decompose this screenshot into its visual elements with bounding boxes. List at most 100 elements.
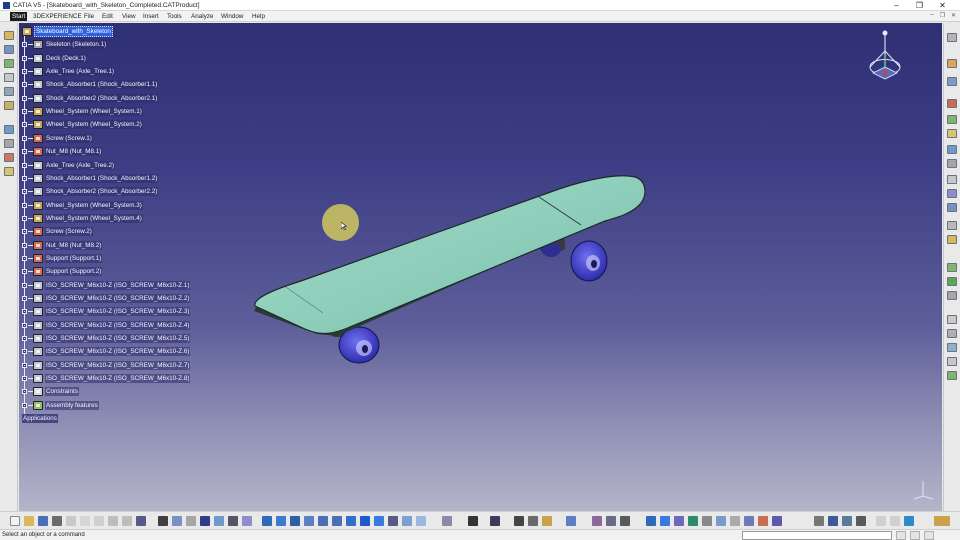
tree-item[interactable]: Axle_Tree (Axle_Tree.1) <box>22 66 116 77</box>
sectioning-icon[interactable] <box>646 516 656 526</box>
menu-start[interactable]: Start <box>10 12 28 21</box>
tree-item[interactable]: ISO_SCREW_M6x10-Z (ISO_SCREW_M6x10-Z.4) <box>22 320 191 331</box>
close-button[interactable]: ✕ <box>931 0 954 11</box>
tree-item[interactable]: Screw (Screw.2) <box>22 226 93 237</box>
clash-icon[interactable] <box>947 329 957 338</box>
apply-material-icon[interactable] <box>716 516 726 526</box>
tree-item[interactable]: ISO_SCREW_M6x10-Z (ISO_SCREW_M6x10-Z.5) <box>22 333 191 344</box>
power-input-button-1[interactable] <box>896 531 906 540</box>
design-table-icon[interactable] <box>214 516 224 526</box>
doc-restore-button[interactable]: ❐ <box>940 12 945 19</box>
enhanced-scene-icon[interactable] <box>620 516 630 526</box>
tree-item[interactable]: ISO_SCREW_M6x10-Z (ISO_SCREW_M6x10-Z.3) <box>22 306 191 317</box>
minimize-button[interactable]: – <box>885 0 908 11</box>
multi-view-icon[interactable] <box>360 516 370 526</box>
tree-item[interactable]: Deck (Deck.1) <box>22 53 87 64</box>
tree-item[interactable]: Support (Support.2) <box>22 266 103 277</box>
macro-icon[interactable] <box>228 516 238 526</box>
generate-numbering-icon[interactable] <box>4 101 14 110</box>
distance-analysis-icon[interactable] <box>674 516 684 526</box>
paste-icon[interactable] <box>94 516 104 526</box>
tree-item[interactable]: Wheel_System (Wheel_System.4) <box>22 213 143 224</box>
pocket-icon[interactable] <box>947 235 957 244</box>
tree-item[interactable]: Shock_Absorber1 (Shock_Absorber1.1) <box>22 79 159 90</box>
expand-icon[interactable] <box>22 322 27 328</box>
coincidence-constraint-icon[interactable] <box>947 33 957 42</box>
explode-icon[interactable] <box>4 153 14 162</box>
tree-item[interactable]: Shock_Absorber1 (Shock_Absorber1.2) <box>22 173 159 184</box>
tree-item[interactable]: Support (Support.1) <box>22 253 103 264</box>
power-input-field[interactable] <box>742 531 892 540</box>
tree-item[interactable]: Axle_Tree (Axle_Tree.2) <box>22 160 116 171</box>
tree-item[interactable]: Shock_Absorber2 (Shock_Absorber2.1) <box>22 93 159 104</box>
publication-icon[interactable] <box>542 516 552 526</box>
redo-icon[interactable] <box>122 516 132 526</box>
hide-show-icon[interactable] <box>402 516 412 526</box>
menu-window[interactable]: Window <box>221 13 243 20</box>
scene-icon[interactable] <box>606 516 616 526</box>
expand-icon[interactable] <box>22 82 27 88</box>
print-icon[interactable] <box>52 516 62 526</box>
expand-icon[interactable] <box>22 162 27 168</box>
tree-item[interactable]: Wheel_System (Wheel_System.1) <box>22 106 143 117</box>
menu-help[interactable]: Help <box>252 13 265 20</box>
clash-analysis-icon[interactable] <box>660 516 670 526</box>
catalog-icon[interactable] <box>566 516 576 526</box>
tree-item[interactable]: Wheel_System (Wheel_System.2) <box>22 119 143 130</box>
expand-icon[interactable] <box>22 309 27 315</box>
fit-all-icon[interactable] <box>276 516 286 526</box>
rotate-icon[interactable] <box>304 516 314 526</box>
replace-component-icon[interactable] <box>4 73 14 82</box>
power-input-button-3[interactable] <box>924 531 934 540</box>
new-part-icon[interactable] <box>4 59 14 68</box>
tree-root[interactable]: Skateboard_with_Skeleton <box>22 26 113 37</box>
quick-constraint-icon[interactable] <box>947 145 957 154</box>
fly-mode-icon[interactable] <box>262 516 272 526</box>
stop-manipulate-on-clash-icon[interactable] <box>4 167 14 176</box>
update-icon[interactable] <box>242 516 252 526</box>
split-icon[interactable] <box>947 203 957 212</box>
manipulation-icon[interactable] <box>4 125 14 134</box>
expand-icon[interactable] <box>22 296 27 301</box>
menu-tools[interactable]: Tools <box>167 13 182 20</box>
expand-icon[interactable] <box>22 69 27 75</box>
constraint-icon[interactable] <box>442 516 452 526</box>
smart-move-icon[interactable] <box>528 516 538 526</box>
menu-insert[interactable]: Insert <box>143 13 159 20</box>
measure-icon[interactable] <box>947 371 957 380</box>
iso-view-icon[interactable] <box>374 516 384 526</box>
expand-icon[interactable] <box>22 149 27 155</box>
grid-icon[interactable] <box>772 516 782 526</box>
explode-icon[interactable] <box>468 516 478 526</box>
existing-component-icon[interactable] <box>4 45 14 54</box>
contact-constraint-icon[interactable] <box>947 59 957 68</box>
send-to-icon[interactable] <box>856 516 866 526</box>
cut-icon[interactable] <box>66 516 76 526</box>
add-icon[interactable] <box>947 263 957 272</box>
new-component-icon[interactable] <box>4 31 14 40</box>
tree-item[interactable]: Screw (Screw.1) <box>22 133 93 144</box>
expand-icon[interactable] <box>22 109 27 115</box>
expand-icon[interactable] <box>22 282 27 288</box>
render-icon[interactable] <box>758 516 768 526</box>
tree-applications[interactable]: Applications <box>22 413 58 424</box>
expand-icon[interactable] <box>22 135 27 141</box>
change-constraint-icon[interactable] <box>947 175 957 184</box>
tree-item[interactable]: ISO_SCREW_M6x10-Z (ISO_SCREW_M6x10-Z.6) <box>22 346 191 357</box>
open-icon[interactable] <box>24 516 34 526</box>
copy-icon[interactable] <box>80 516 90 526</box>
expand-icon[interactable] <box>22 349 27 355</box>
expand-icon[interactable] <box>22 122 27 128</box>
3d-viewport[interactable]: Skateboard_with_Skeleton Skeleton (Skelet… <box>19 23 942 511</box>
knowledge-icon[interactable] <box>186 516 196 526</box>
expand-icon[interactable] <box>22 269 27 275</box>
tree-item[interactable]: Nut_M8 (Nut_M8.1) <box>22 146 103 157</box>
remove-icon[interactable] <box>947 277 957 286</box>
hole-icon[interactable] <box>947 221 957 230</box>
whats-this-icon[interactable] <box>136 516 146 526</box>
sectioning-icon[interactable] <box>947 343 957 352</box>
power-input-button-2[interactable] <box>910 531 920 540</box>
expand-icon[interactable] <box>22 189 27 195</box>
expand-icon[interactable] <box>22 242 27 248</box>
product-init-icon[interactable] <box>814 516 824 526</box>
